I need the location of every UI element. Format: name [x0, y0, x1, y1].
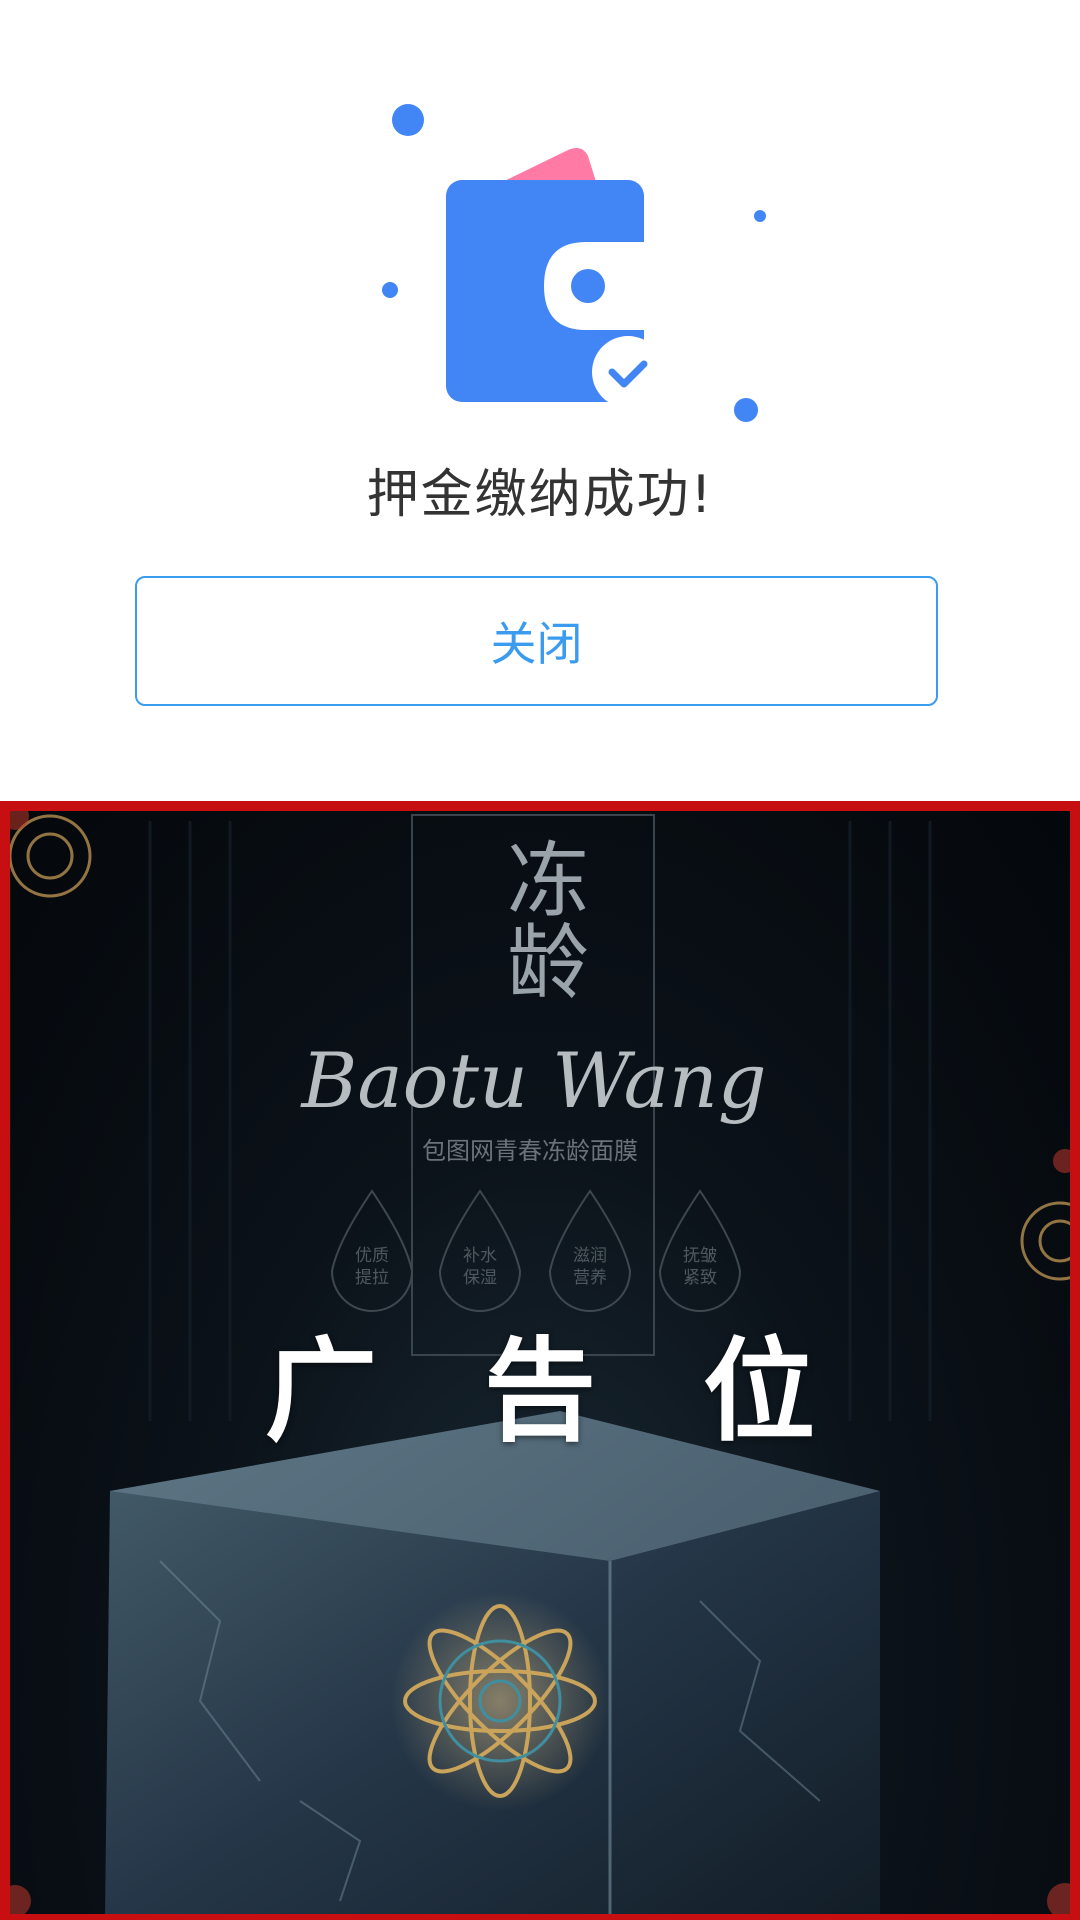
ad-poster-title: 冻龄 — [493, 837, 588, 1001]
close-button[interactable]: 关闭 — [135, 576, 938, 706]
close-button-label: 关闭 — [490, 617, 583, 671]
svg-text:滋润: 滋润 — [573, 1246, 607, 1266]
decor-dot — [382, 282, 398, 298]
decor-dot — [392, 104, 424, 136]
svg-text:抚皱: 抚皱 — [683, 1246, 717, 1266]
svg-text:提拉: 提拉 — [355, 1268, 389, 1288]
svg-text:紧致: 紧致 — [683, 1268, 717, 1288]
decor-dot — [754, 210, 766, 222]
svg-text:优质: 优质 — [355, 1246, 389, 1266]
svg-text:补水: 补水 — [463, 1246, 497, 1266]
svg-text:保湿: 保湿 — [463, 1268, 497, 1288]
svg-text:营养: 营养 — [573, 1268, 607, 1288]
ad-poster-subtitle: 包图网青春冻龄面膜 — [422, 1137, 638, 1165]
success-title: 押金缴纳成功! — [366, 465, 714, 525]
wallet-success-illustration — [382, 104, 766, 422]
ad-slot-label: 广 告 位 — [265, 1327, 849, 1457]
ad-banner[interactable]: 冻龄 Baotu Wang 包图网青春冻龄面膜 优质 提拉 补水 保湿 滋润 营养 抚… — [0, 801, 1080, 1920]
ad-poster-script: Baotu Wang — [300, 1036, 767, 1125]
check-icon — [592, 336, 664, 408]
decor-dot — [734, 398, 758, 422]
ornament — [390, 1591, 610, 1811]
